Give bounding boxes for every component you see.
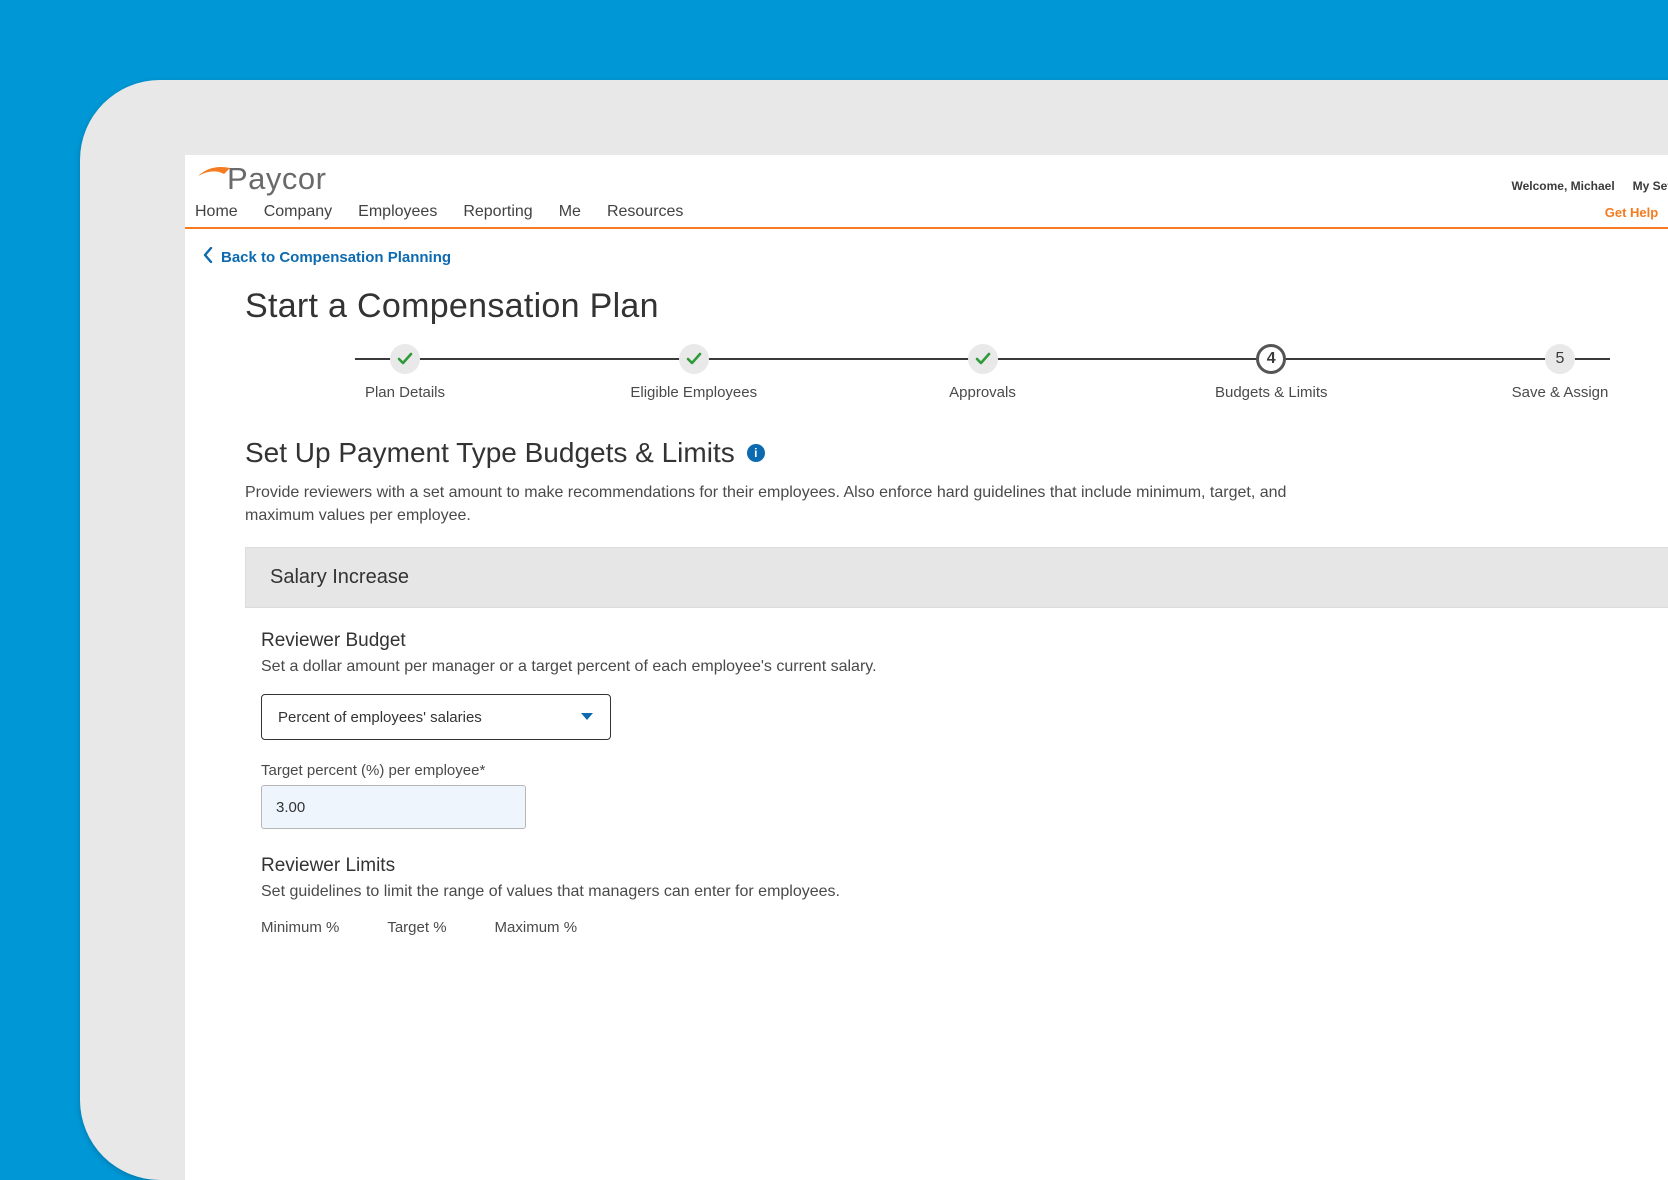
step-approvals[interactable]: Approvals	[903, 344, 1063, 401]
reviewer-budget-heading: Reviewer Budget	[261, 630, 1668, 652]
section-header: Set Up Payment Type Budgets & Limits i	[245, 437, 1668, 469]
chevron-left-icon	[203, 247, 213, 267]
nav-company[interactable]: Company	[264, 203, 332, 221]
step-plan-details[interactable]: Plan Details	[325, 344, 485, 401]
accordion-title: Salary Increase	[270, 566, 409, 589]
nav-right: Get Help Give Feedback	[1605, 205, 1668, 220]
back-link-label: Back to Compensation Planning	[221, 249, 451, 266]
nav-resources[interactable]: Resources	[607, 203, 683, 221]
info-icon[interactable]: i	[747, 444, 765, 462]
my-settings-link[interactable]: My Settings	[1633, 179, 1668, 193]
step-budgets-limits[interactable]: 4 Budgets & Limits	[1191, 344, 1351, 401]
nav-home[interactable]: Home	[195, 203, 238, 221]
limits-min-col: Minimum %	[261, 919, 339, 940]
reviewer-budget-desc: Set a dollar amount per manager or a tar…	[261, 658, 1668, 676]
target-percent-limits-label: Target %	[387, 919, 446, 936]
step-label: Eligible Employees	[630, 384, 757, 401]
content: Start a Compensation Plan Plan Details E…	[185, 267, 1668, 940]
back-to-compensation-planning-link[interactable]: Back to Compensation Planning	[185, 229, 1668, 267]
get-help-link[interactable]: Get Help	[1605, 205, 1658, 220]
step-label: Save & Assign	[1512, 384, 1609, 401]
minimum-percent-label: Minimum %	[261, 919, 339, 936]
maximum-percent-label: Maximum %	[495, 919, 578, 936]
step-label: Approvals	[949, 384, 1016, 401]
step-save-assign[interactable]: 5 Save & Assign	[1480, 344, 1640, 401]
user-links: Welcome, Michael My Settings Sign Out	[1512, 179, 1668, 197]
step-eligible-employees[interactable]: Eligible Employees	[614, 344, 774, 401]
step-label: Budgets & Limits	[1215, 384, 1328, 401]
tablet-frame: Paycor Welcome, Michael My Settings Sign…	[80, 80, 1668, 1180]
target-percent-label: Target percent (%) per employee*	[261, 762, 1668, 779]
reviewer-limits-heading: Reviewer Limits	[261, 855, 1668, 877]
select-value: Percent of employees' salaries	[278, 709, 482, 726]
brand-swoosh-icon	[197, 162, 231, 187]
caret-down-icon	[580, 709, 594, 726]
nav-reporting[interactable]: Reporting	[463, 203, 532, 221]
limits-max-col: Maximum %	[495, 919, 578, 940]
app-screen: Paycor Welcome, Michael My Settings Sign…	[185, 155, 1668, 1180]
topbar: Paycor Welcome, Michael My Settings Sign…	[185, 155, 1668, 197]
welcome-text: Welcome, Michael	[1512, 179, 1615, 193]
check-icon	[390, 344, 420, 374]
accordion-body: Reviewer Budget Set a dollar amount per …	[245, 608, 1668, 940]
step-number: 4	[1256, 344, 1286, 374]
budget-type-select[interactable]: Percent of employees' salaries	[261, 694, 611, 740]
target-percent-input[interactable]	[261, 785, 526, 829]
step-number: 5	[1545, 344, 1575, 374]
progress-stepper: Plan Details Eligible Employees Approval…	[325, 344, 1640, 401]
section-title: Set Up Payment Type Budgets & Limits	[245, 437, 735, 469]
nav-employees[interactable]: Employees	[358, 203, 437, 221]
check-icon	[679, 344, 709, 374]
nav-links: Home Company Employees Reporting Me Reso…	[195, 203, 683, 221]
limits-row: Minimum % Target % Maximum %	[261, 919, 1668, 940]
brand-text: Paycor	[227, 161, 326, 197]
brand-logo: Paycor	[197, 161, 326, 197]
accordion-salary-increase-header[interactable]: Salary Increase	[245, 547, 1668, 608]
nav-me[interactable]: Me	[559, 203, 581, 221]
page-title: Start a Compensation Plan	[245, 287, 1668, 326]
step-label: Plan Details	[365, 384, 445, 401]
section-description: Provide reviewers with a set amount to m…	[245, 481, 1345, 527]
check-icon	[968, 344, 998, 374]
main-nav: Home Company Employees Reporting Me Reso…	[185, 197, 1668, 229]
limits-target-col: Target %	[387, 919, 446, 940]
reviewer-limits-desc: Set guidelines to limit the range of val…	[261, 883, 1668, 901]
